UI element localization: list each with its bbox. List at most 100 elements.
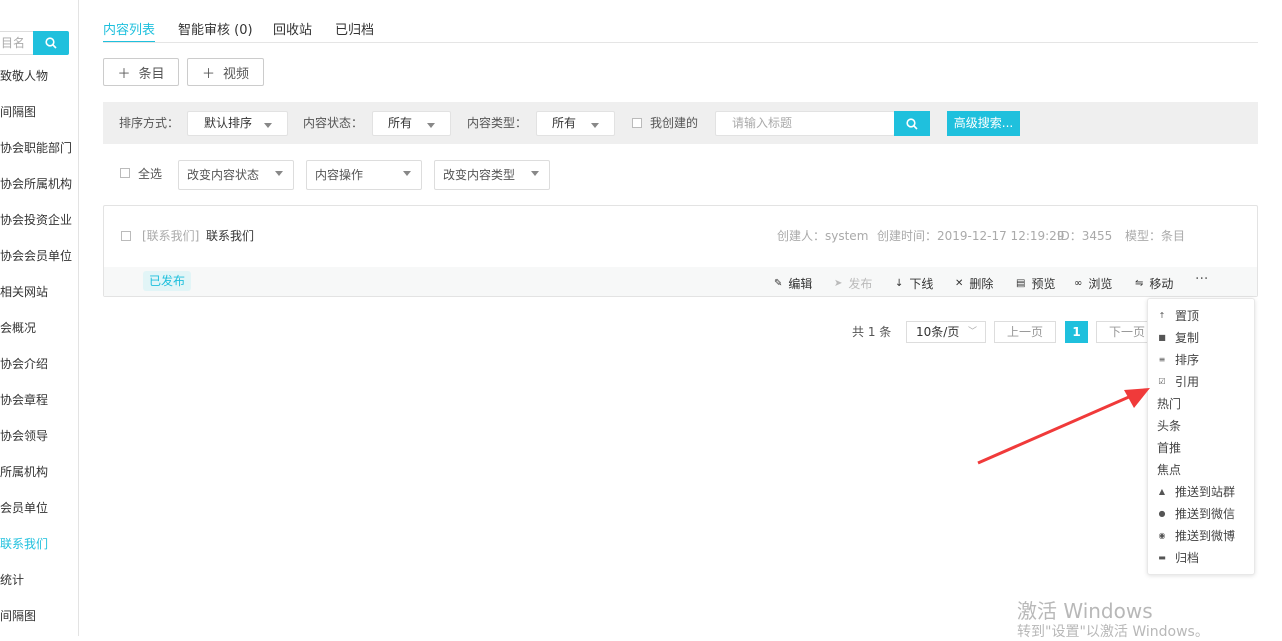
more-actions-menu: ↑ 置顶 ■ 复制 ≡ 排序 ☑ 引用热门头条首推焦点 ▲ 推送到站群 ● 推送到微信 ◉ 推送到微博 ▬ 归… (1147, 298, 1255, 575)
add-item-label: 条目 (138, 66, 165, 82)
action-button[interactable]: ✕ 删除 (955, 275, 993, 292)
action-icon: ⇋ (1135, 278, 1144, 289)
add-item-button[interactable]: ＋ 条目 (103, 58, 179, 86)
action-button[interactable]: ➤ 发布 (834, 275, 872, 292)
menu-item[interactable]: ↑ 置顶 (1157, 308, 1199, 324)
select-all-checkbox[interactable] (120, 168, 130, 178)
caret-down-icon (427, 123, 435, 128)
advanced-search-button[interactable]: 高级搜索... (947, 111, 1020, 136)
menu-item[interactable]: 首推 (1157, 440, 1181, 456)
sidebar-item[interactable]: 统计 (0, 570, 24, 590)
status-select[interactable]: 所有 (372, 111, 451, 136)
search-button[interactable] (894, 111, 930, 136)
item-creator: 创建人：system (777, 229, 869, 243)
change-type-label: 改变内容类型 (443, 168, 516, 182)
sidebar-item[interactable]: 相关网站 (0, 282, 48, 302)
status-value: 所有 (388, 116, 413, 130)
tab-smart-review[interactable]: 智能审核 (0) (178, 19, 253, 43)
change-type-dropdown[interactable]: 改变内容类型 (434, 160, 550, 190)
sidebar-item[interactable]: 联系我们 (0, 534, 48, 554)
menu-item[interactable]: ☑ 引用 (1157, 374, 1199, 390)
action-label: 删除 (969, 277, 994, 291)
menu-item[interactable]: ● 推送到微信 (1157, 506, 1236, 522)
plus-icon: ＋ (201, 66, 215, 82)
sidebar: 目名 致敬人物 间隔图 协会职能部门 协会所属机构 协会投资企业 协会会员单位 相关网站 会概… (0, 0, 79, 636)
item-checkbox[interactable] (121, 231, 131, 241)
sidebar-item[interactable]: 协会介绍 (0, 354, 48, 374)
menu-item[interactable]: 头条 (1157, 418, 1181, 434)
menu-item-label: 复制 (1175, 331, 1200, 345)
select-all-label: 全选 (138, 167, 163, 181)
item-title-link[interactable]: 联系我们 (206, 228, 254, 244)
action-icon: ∞ (1074, 278, 1083, 289)
sidebar-item[interactable]: 致敬人物 (0, 66, 48, 86)
sidebar-item[interactable]: 协会领导 (0, 426, 48, 446)
tab-content-list[interactable]: 内容列表 (103, 19, 156, 43)
menu-item[interactable]: ◉ 推送到微博 (1157, 528, 1236, 544)
content-ops-dropdown[interactable]: 内容操作 (306, 160, 422, 190)
caret-down-icon (531, 171, 539, 176)
menu-item-label: 推送到微信 (1175, 507, 1236, 521)
prev-page-button[interactable]: 上一页 (994, 321, 1056, 343)
menu-item[interactable]: 焦点 (1157, 462, 1181, 478)
menu-item-label: 置顶 (1175, 309, 1200, 323)
sidebar-item[interactable]: 协会职能部门 (0, 138, 72, 158)
menu-item[interactable]: 热门 (1157, 396, 1181, 412)
action-label: 浏览 (1088, 277, 1113, 291)
sidebar-search-button[interactable] (33, 31, 69, 55)
sidebar-search-input[interactable]: 目名 (0, 31, 34, 55)
sidebar-item[interactable]: 间隔图 (0, 102, 36, 122)
page-size-select[interactable]: 10条/页 ﹀ (906, 321, 986, 343)
menu-item[interactable]: ■ 复制 (1157, 330, 1199, 346)
menu-item-icon: ▬ (1158, 553, 1166, 562)
menu-item-label: 引用 (1175, 375, 1200, 389)
add-video-button[interactable]: ＋ 视频 (187, 58, 264, 86)
menu-item-label: 排序 (1175, 353, 1200, 367)
title-search-input[interactable]: 请输入标题 (715, 111, 895, 136)
page-size-value: 10条/页 (916, 325, 960, 339)
page-1-button[interactable]: 1 (1065, 321, 1088, 343)
action-button[interactable]: ✎ 编辑 (774, 275, 812, 292)
menu-item-label: 推送到微博 (1175, 529, 1236, 543)
action-icon: ↓ (895, 278, 904, 289)
more-actions-button[interactable]: ··· (1195, 271, 1208, 287)
action-button[interactable]: ⇋ 移动 (1135, 275, 1173, 292)
change-status-dropdown[interactable]: 改变内容状态 (178, 160, 294, 190)
menu-item[interactable]: ▲ 推送到站群 (1157, 484, 1235, 500)
sidebar-item[interactable]: 协会投资企业 (0, 210, 72, 230)
sidebar-item[interactable]: 协会会员单位 (0, 246, 72, 266)
menu-item-icon: ◉ (1158, 531, 1166, 540)
menu-item-label: 归档 (1175, 551, 1200, 565)
sort-value: 默认排序 (204, 116, 253, 130)
mine-label: 我创建的 (650, 116, 699, 130)
sidebar-item[interactable]: 间隔图 (0, 606, 36, 626)
item-id: ID：3455 (1057, 229, 1113, 243)
menu-item[interactable]: ≡ 排序 (1157, 352, 1199, 368)
sidebar-item[interactable]: 会员单位 (0, 498, 48, 518)
pagination-total: 共 1 条 (852, 325, 892, 339)
action-icon: ▤ (1016, 278, 1026, 289)
sidebar-item[interactable]: 所属机构 (0, 462, 48, 482)
sort-select[interactable]: 默认排序 (187, 111, 288, 136)
change-status-label: 改变内容状态 (187, 168, 260, 182)
action-button[interactable]: ∞ 浏览 (1074, 275, 1112, 292)
action-icon: ✕ (955, 278, 964, 289)
search-icon (906, 117, 918, 130)
windows-watermark-title: 激活 Windows (1017, 599, 1153, 623)
tab-archived[interactable]: 已归档 (335, 19, 374, 43)
action-label: 预览 (1031, 277, 1056, 291)
action-button[interactable]: ↓ 下线 (895, 275, 933, 292)
mine-checkbox[interactable] (632, 118, 642, 128)
type-select[interactable]: 所有 (536, 111, 615, 136)
action-button[interactable]: ▤ 预览 (1016, 275, 1055, 292)
search-icon (45, 37, 57, 49)
action-label: 移动 (1149, 277, 1174, 291)
sidebar-item[interactable]: 会概况 (0, 318, 36, 338)
item-action-bar: 已发布 ✎ 编辑 ➤ 发布 ↓ 下线 ✕ 删除 ▤ 预览 ∞ 浏览 ⇋ 移动 ··· (104, 267, 1257, 296)
menu-item[interactable]: ▬ 归档 (1157, 550, 1199, 566)
menu-item-icon: ↑ (1158, 311, 1166, 320)
sidebar-item[interactable]: 协会所属机构 (0, 174, 72, 194)
sidebar-item[interactable]: 协会章程 (0, 390, 48, 410)
menu-item-icon: ≡ (1158, 355, 1166, 364)
tab-recycle-bin[interactable]: 回收站 (273, 19, 312, 43)
